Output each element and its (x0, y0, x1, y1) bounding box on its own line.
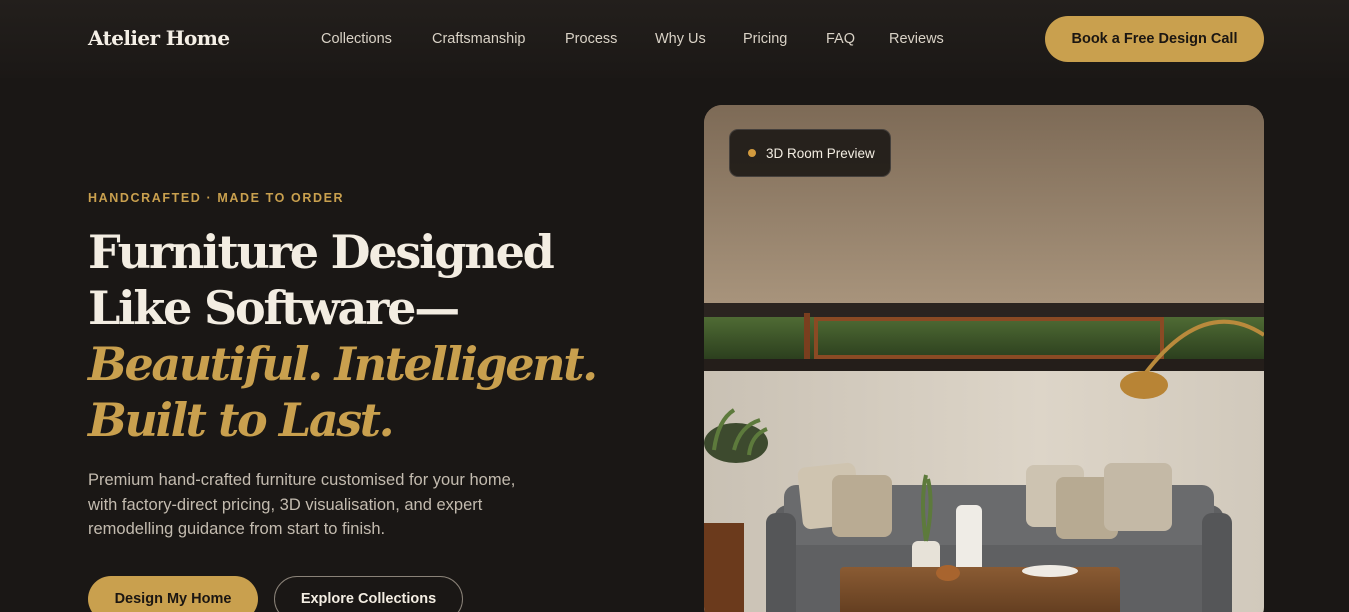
hero-title-line-2: Like Software— (88, 281, 460, 335)
design-my-home-button[interactable]: Design My Home (88, 576, 258, 612)
nav-link-process[interactable]: Process (565, 31, 617, 47)
nav-link-faq[interactable]: FAQ (826, 31, 855, 47)
hero-eyebrow: HANDCRAFTED · MADE TO ORDER (88, 191, 345, 205)
3d-room-preview-badge: 3D Room Preview (729, 129, 891, 177)
hero-description: Premium hand-crafted furniture customise… (88, 471, 516, 538)
nav-link-reviews[interactable]: Reviews (889, 31, 944, 47)
hero-title: Furniture Designed Like Software— Beauti… (88, 224, 648, 448)
status-dot-icon (748, 149, 756, 157)
3d-room-preview-label: 3D Room Preview (766, 145, 875, 161)
hero-title-gold-1: Beautiful. Intelligent. (88, 337, 598, 391)
explore-collections-button[interactable]: Explore Collections (274, 576, 463, 612)
nav-link-collections[interactable]: Collections (321, 31, 392, 47)
nav-link-pricing[interactable]: Pricing (743, 31, 787, 47)
hero-title-line-1: Furniture Designed (88, 225, 555, 279)
book-design-call-button[interactable]: Book a Free Design Call (1045, 16, 1264, 62)
living-room-illustration (704, 105, 1264, 612)
nav-link-craftsmanship[interactable]: Craftsmanship (432, 31, 525, 47)
nav-link-why-us[interactable]: Why Us (655, 31, 706, 47)
hero-title-gold-2: Built to Last. (88, 393, 395, 447)
brand-logo[interactable]: Atelier Home (88, 26, 230, 50)
top-navigation: Atelier Home Collections Craftsmanship Pro… (0, 0, 1349, 78)
room-preview-image: 3D Room Preview (704, 105, 1264, 612)
